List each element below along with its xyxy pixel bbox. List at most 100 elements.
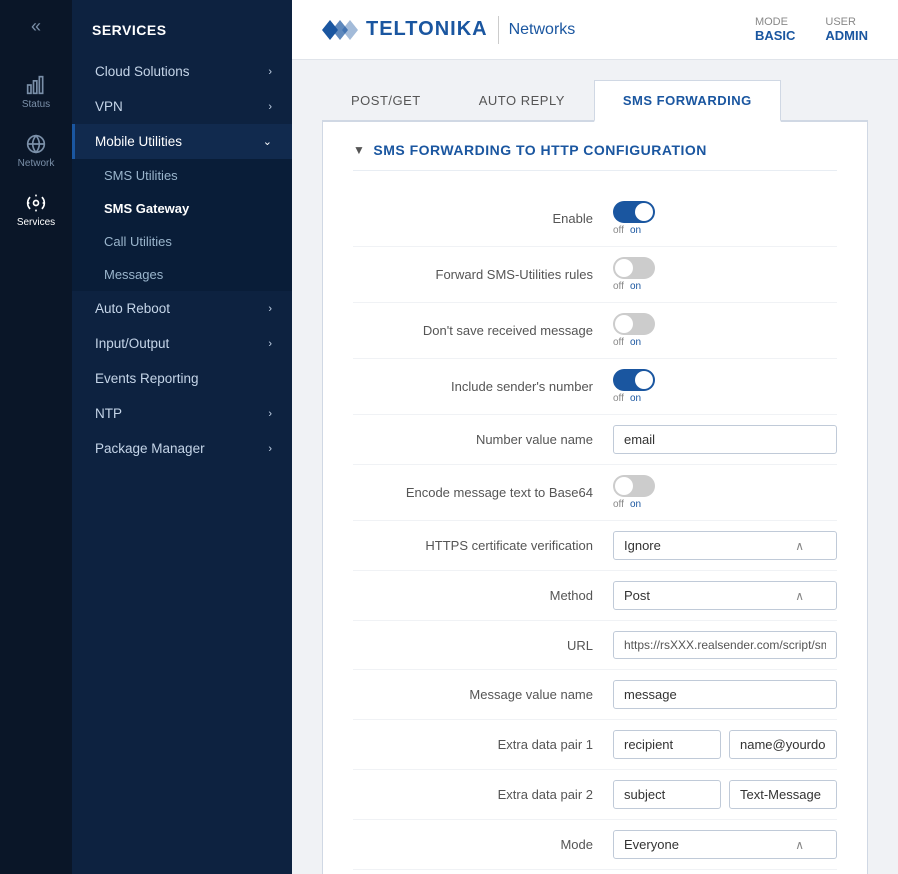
encode-base64-toggle-labels: off on <box>613 499 641 510</box>
forward-sms-label: Forward SMS-Utilities rules <box>353 267 613 282</box>
mode-select-wrap: Everyone ∧ <box>613 830 837 859</box>
include-sender-row: Include sender's number off on <box>353 359 837 415</box>
extra-pair2-label: Extra data pair 2 <box>353 787 613 802</box>
encode-base64-slider <box>613 475 655 497</box>
services-label: Services <box>17 217 55 228</box>
extra-pair2-val-input[interactable] <box>729 780 837 809</box>
include-sender-toggle[interactable] <box>613 369 655 391</box>
mode-select[interactable]: Everyone ∧ <box>613 830 837 859</box>
number-value-name-label: Number value name <box>353 432 613 447</box>
chevron-right-icon: › <box>268 408 272 420</box>
tab-post-get[interactable]: POST/GET <box>322 80 450 122</box>
mode-field-value: Everyone <box>624 837 679 852</box>
logo-sub: Networks <box>509 21 576 39</box>
number-value-name-input[interactable] <box>613 425 837 454</box>
chevron-right-icon: › <box>268 66 272 78</box>
extra-pair2-key-input[interactable] <box>613 780 721 809</box>
url-input[interactable] <box>613 631 837 659</box>
https-cert-select-wrap: Ignore ∧ <box>613 531 837 560</box>
dont-save-toggle[interactable] <box>613 313 655 335</box>
sidebar-item-package-manager[interactable]: Package Manager › <box>72 431 292 466</box>
enable-slider <box>613 201 655 223</box>
message-value-name-input[interactable] <box>613 680 837 709</box>
forward-sms-control: off on <box>613 257 837 292</box>
collapse-button[interactable]: « <box>25 10 47 43</box>
enable-toggle-wrap: off on <box>613 201 837 236</box>
sidebar-item-status[interactable]: Status <box>0 63 72 122</box>
sidebar: SERVICES Cloud Solutions › VPN › Mobile … <box>72 0 292 874</box>
dont-save-slider <box>613 313 655 335</box>
url-label: URL <box>353 638 613 653</box>
tab-auto-reply[interactable]: AUTO REPLY <box>450 80 594 122</box>
https-cert-label: HTTPS certificate verification <box>353 538 613 553</box>
forward-sms-toggle-labels: off on <box>613 281 641 292</box>
logo-text: TELTONIKA <box>366 18 488 41</box>
mode-label: MODE <box>755 16 795 28</box>
message-value-name-control <box>613 680 837 709</box>
extra-pair1-control <box>613 730 837 759</box>
sidebar-item-events-reporting[interactable]: Events Reporting <box>72 361 292 396</box>
extra-pair1-label: Extra data pair 1 <box>353 737 613 752</box>
extra-pair2-control <box>613 780 837 809</box>
forward-sms-toggle[interactable] <box>613 257 655 279</box>
include-sender-label: Include sender's number <box>353 379 613 394</box>
chevron-down-icon: ∧ <box>795 589 804 603</box>
encode-base64-row: Encode message text to Base64 off on <box>353 465 837 521</box>
encode-base64-toggle-wrap: off on <box>613 475 837 510</box>
sms-forwarding-panel: ▼ SMS FORWARDING TO HTTP CONFIGURATION E… <box>322 122 868 874</box>
panel-title: SMS FORWARDING TO HTTP CONFIGURATION <box>373 142 707 158</box>
sidebar-subitem-call-utilities[interactable]: Call Utilities <box>72 225 292 258</box>
chevron-right-icon: › <box>268 443 272 455</box>
forward-sms-toggle-wrap: off on <box>613 257 837 292</box>
url-control <box>613 631 837 659</box>
forward-sms-row: Forward SMS-Utilities rules off on <box>353 247 837 303</box>
sidebar-title: SERVICES <box>72 10 292 54</box>
icon-sidebar: « Status Network Services <box>0 0 72 874</box>
extra-pair1-row: Extra data pair 1 <box>353 720 837 770</box>
sidebar-item-services[interactable]: Services <box>0 181 72 240</box>
method-control: Post ∧ <box>613 581 837 610</box>
sidebar-item-vpn[interactable]: VPN › <box>72 89 292 124</box>
enable-control: off on <box>613 201 837 236</box>
method-row: Method Post ∧ <box>353 571 837 621</box>
network-label: Network <box>18 158 55 169</box>
encode-base64-toggle[interactable] <box>613 475 655 497</box>
sidebar-subitem-messages[interactable]: Messages <box>72 258 292 291</box>
number-value-name-control <box>613 425 837 454</box>
dont-save-label: Don't save received message <box>353 323 613 338</box>
chevron-right-icon: › <box>268 101 272 113</box>
chevron-down-icon: ∧ <box>795 838 804 852</box>
https-cert-row: HTTPS certificate verification Ignore ∧ <box>353 521 837 571</box>
sidebar-item-mobile-utilities[interactable]: Mobile Utilities ⌄ <box>72 124 292 159</box>
sidebar-item-input-output[interactable]: Input/Output › <box>72 326 292 361</box>
enable-label: Enable <box>353 211 613 226</box>
sidebar-item-network[interactable]: Network <box>0 122 72 181</box>
teltonika-logo-icon <box>322 15 366 45</box>
chevron-right-icon: › <box>268 303 272 315</box>
enable-toggle[interactable] <box>613 201 655 223</box>
sidebar-subitem-sms-gateway[interactable]: SMS Gateway <box>72 192 292 225</box>
https-cert-select[interactable]: Ignore ∧ <box>613 531 837 560</box>
extra-pair1-val-input[interactable] <box>729 730 837 759</box>
tab-sms-forwarding[interactable]: SMS FORWARDING <box>594 80 781 122</box>
chevron-down-icon: ∧ <box>795 539 804 553</box>
enable-row: Enable off on <box>353 191 837 247</box>
sidebar-item-cloud-solutions[interactable]: Cloud Solutions › <box>72 54 292 89</box>
dont-save-row: Don't save received message off on <box>353 303 837 359</box>
https-cert-control: Ignore ∧ <box>613 531 837 560</box>
logo-divider <box>498 16 499 44</box>
method-select[interactable]: Post ∧ <box>613 581 837 610</box>
encode-base64-label: Encode message text to Base64 <box>353 485 613 500</box>
dont-save-control: off on <box>613 313 837 348</box>
mode-control: Everyone ∧ <box>613 830 837 859</box>
sidebar-item-ntp[interactable]: NTP › <box>72 396 292 431</box>
extra-pair1-key-input[interactable] <box>613 730 721 759</box>
chevron-down-icon: ⌄ <box>263 135 272 148</box>
sidebar-subitem-sms-utilities[interactable]: SMS Utilities <box>72 159 292 192</box>
collapse-section-icon[interactable]: ▼ <box>353 143 365 157</box>
sidebar-item-auto-reboot[interactable]: Auto Reboot › <box>72 291 292 326</box>
mode-info: MODE BASIC <box>755 16 795 43</box>
dont-save-toggle-labels: off on <box>613 337 641 348</box>
mode-row: Mode Everyone ∧ <box>353 820 837 870</box>
https-cert-value: Ignore <box>624 538 661 553</box>
